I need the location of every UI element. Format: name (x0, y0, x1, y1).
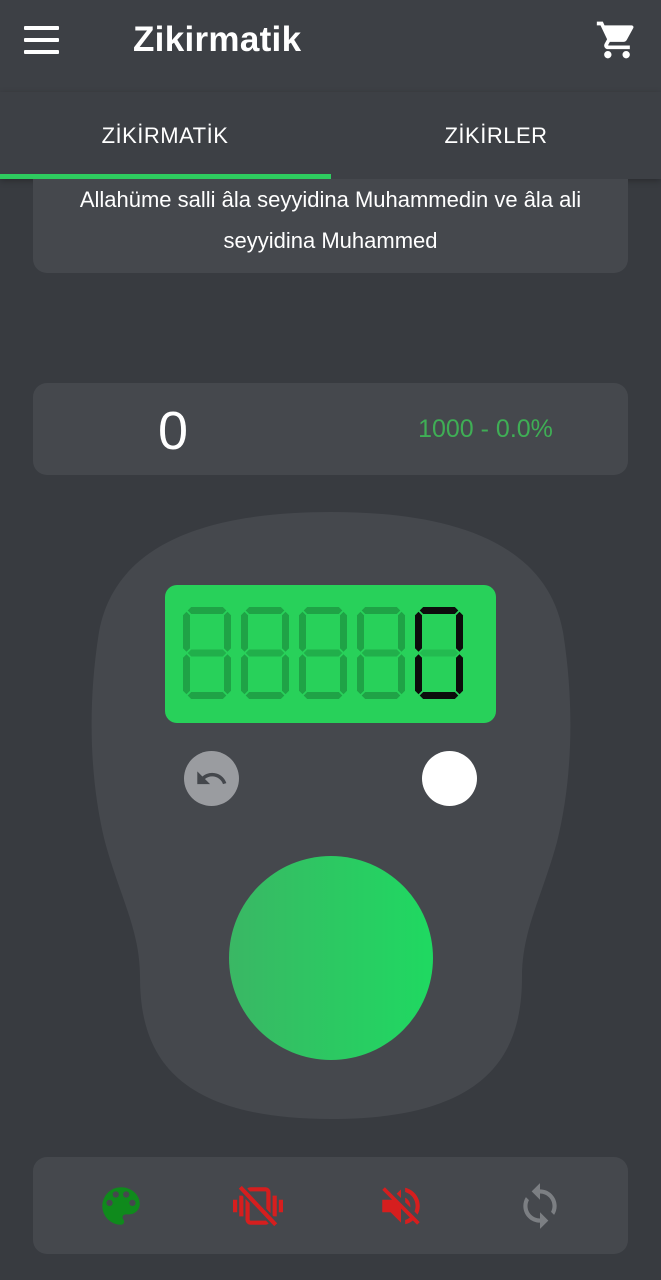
lcd-segment (340, 654, 347, 695)
lcd-segment (303, 607, 343, 614)
lcd-segment (415, 611, 422, 652)
lcd-segment (415, 654, 422, 695)
lcd-segment (357, 611, 364, 652)
lcd-segment (456, 654, 463, 695)
lcd-segment (456, 611, 463, 652)
count-card: 0 1000 - 0.0% (33, 383, 628, 475)
lcd-segment (398, 654, 405, 695)
tab-zikirmatik[interactable]: ZİKİRMATİK (0, 92, 330, 179)
lcd-segment (282, 611, 289, 652)
lcd-segment (357, 654, 364, 695)
palette-icon[interactable] (96, 1181, 146, 1231)
lcd-display (165, 585, 496, 723)
lcd-segment (361, 649, 401, 657)
lcd-segment (340, 611, 347, 652)
lcd-segment (187, 692, 227, 699)
undo-icon (197, 771, 227, 785)
lcd-digit (241, 607, 289, 699)
lcd-segment (299, 611, 306, 652)
zikr-text: Allahüme salli âla seyyidina Muhammedin … (79, 187, 582, 253)
lcd-segment (187, 607, 227, 614)
volume-off-icon[interactable] (376, 1181, 426, 1231)
lcd-segment (224, 611, 231, 652)
lcd-segment (282, 654, 289, 695)
count-value: 0 (157, 401, 189, 461)
led-color-button[interactable] (422, 751, 477, 806)
lcd-segment (419, 649, 459, 657)
goal-progress: 1000 - 0.0% (418, 415, 553, 443)
lcd-segment (183, 654, 190, 695)
lcd-segment (361, 692, 401, 699)
lcd-segment (303, 692, 343, 699)
undo-button[interactable] (184, 751, 239, 806)
app-bar: Zikirmatik (0, 0, 661, 92)
seven-segment-digits (183, 607, 463, 699)
lcd-segment (241, 611, 248, 652)
lcd-segment (245, 649, 285, 657)
lcd-digit (415, 607, 463, 699)
app-title: Zikirmatik (133, 20, 302, 59)
lcd-segment (241, 654, 248, 695)
tab-zikirler[interactable]: ZİKİRLER (331, 92, 661, 179)
lcd-segment (361, 607, 401, 614)
lcd-segment (224, 654, 231, 695)
settings-toolbar (33, 1157, 628, 1254)
shopping-cart-icon[interactable] (595, 18, 639, 62)
lcd-segment (245, 692, 285, 699)
lcd-segment (398, 611, 405, 652)
lcd-digit (183, 607, 231, 699)
count-button[interactable] (229, 856, 433, 1060)
lcd-segment (245, 607, 285, 614)
lcd-segment (303, 649, 343, 657)
zikr-text-card: Allahüme salli âla seyyidina Muhammedin … (33, 179, 628, 273)
tab-bar: ZİKİRMATİK ZİKİRLER (0, 92, 661, 179)
lcd-segment (299, 654, 306, 695)
lcd-segment (183, 611, 190, 652)
lcd-segment (419, 692, 459, 699)
lcd-digit (299, 607, 347, 699)
sync-icon[interactable] (515, 1181, 565, 1231)
lcd-segment (187, 649, 227, 657)
lcd-segment (419, 607, 459, 614)
lcd-digit (357, 607, 405, 699)
hamburger-menu-icon[interactable] (24, 26, 60, 54)
vibration-off-icon[interactable] (233, 1181, 283, 1231)
